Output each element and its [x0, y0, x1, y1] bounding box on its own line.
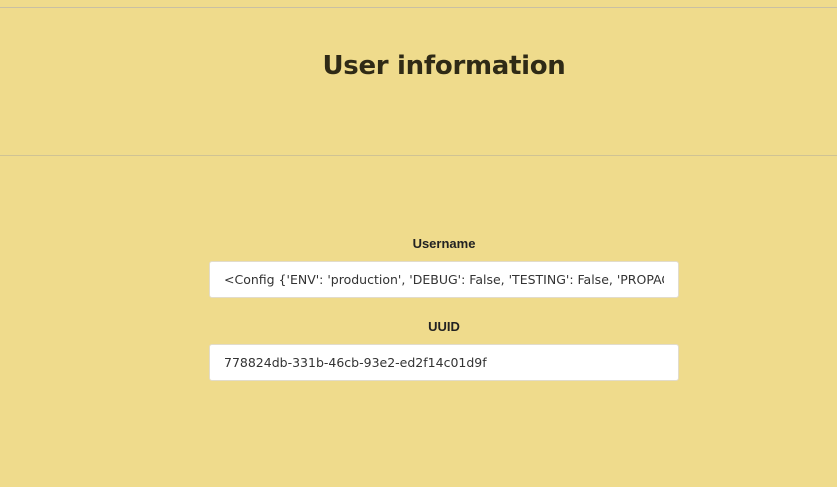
username-label: Username	[412, 236, 476, 251]
page: User information Username UUID	[0, 0, 837, 487]
username-field-group: Username	[209, 236, 679, 298]
user-info-form: Username UUID	[209, 236, 679, 381]
header: User information	[0, 8, 837, 156]
uuid-label: UUID	[428, 319, 460, 334]
uuid-field-group: UUID	[209, 319, 679, 381]
uuid-input[interactable]	[209, 344, 679, 381]
page-title: User information	[322, 51, 566, 81]
username-input[interactable]	[209, 261, 679, 298]
